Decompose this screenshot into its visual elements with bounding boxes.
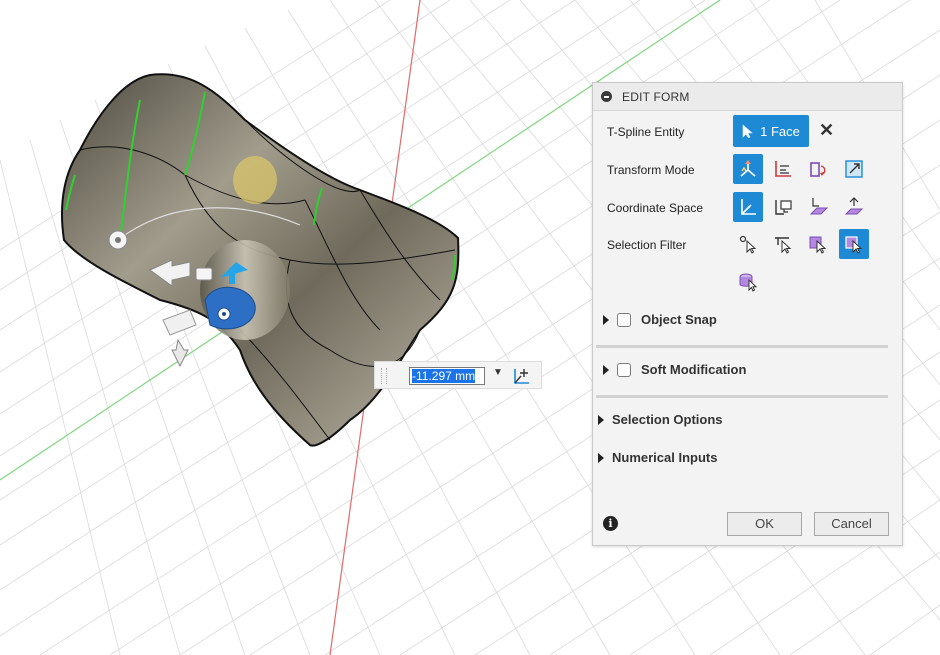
chevron-down-icon[interactable]: ▼ [493,367,503,378]
collapse-icon[interactable] [601,91,612,102]
per-face-space-icon[interactable] [839,192,869,222]
numerical-inputs-section[interactable]: Numerical Inputs [598,450,717,465]
selection-options-section[interactable]: Selection Options [598,412,723,427]
tspline-body[interactable] [61,73,460,447]
scale-icon[interactable] [839,154,869,184]
view-space-icon[interactable] [768,192,798,222]
section-divider [596,345,888,348]
clear-selection-icon[interactable]: ✕ [819,120,834,141]
object-snap-section[interactable]: Object Snap [603,312,717,327]
select-edge-icon[interactable] [768,229,798,259]
expand-arrow-icon[interactable] [598,414,604,425]
tspline-entity-count: 1 Face [760,123,800,139]
cancel-button[interactable]: Cancel [814,512,889,536]
edit-form-panel: EDIT FORM T-Spline Entity 1 Face ✕ Trans… [592,82,903,546]
info-icon[interactable]: i [603,516,618,531]
soft-modification-checkbox[interactable] [617,362,631,377]
selection-filter-label: Selection Filter [607,238,687,252]
multi-transform-icon[interactable] [733,154,763,184]
transform-mode-label: Transform Mode [607,163,695,177]
panel-header: EDIT FORM [593,83,902,111]
ok-button[interactable]: OK [727,512,802,536]
soft-modification-label: Soft Modification [641,362,747,377]
distance-input-box: -11.297 mm ▼ [374,361,542,389]
local-space-icon[interactable] [803,192,833,222]
soft-modification-section[interactable]: Soft Modification [603,362,746,377]
selection-options-label: Selection Options [612,412,723,427]
distance-input[interactable]: -11.297 mm [409,367,485,385]
translate-axes-icon[interactable] [768,154,798,184]
rotate-icon[interactable] [803,154,833,184]
world-space-icon[interactable] [733,192,763,222]
expand-arrow-icon[interactable] [603,364,609,375]
axis-direction-icon[interactable] [511,365,533,392]
cursor-arrow-icon [742,123,753,138]
object-snap-checkbox[interactable] [617,312,631,327]
drag-grip-icon[interactable] [381,368,387,384]
select-all-icon[interactable] [839,229,869,259]
select-vertex-icon[interactable] [733,229,763,259]
select-face-icon[interactable] [803,229,833,259]
tspline-entity-label: T-Spline Entity [607,125,685,139]
expand-arrow-icon[interactable] [598,452,604,463]
coordinate-space-label: Coordinate Space [607,201,704,215]
section-divider [596,395,888,398]
select-body-icon[interactable] [733,266,763,296]
expand-arrow-icon[interactable] [603,314,609,325]
object-snap-label: Object Snap [641,312,717,327]
panel-title: EDIT FORM [622,90,690,104]
tspline-entity-selection-button[interactable]: 1 Face [733,115,809,147]
numerical-inputs-label: Numerical Inputs [612,450,718,465]
